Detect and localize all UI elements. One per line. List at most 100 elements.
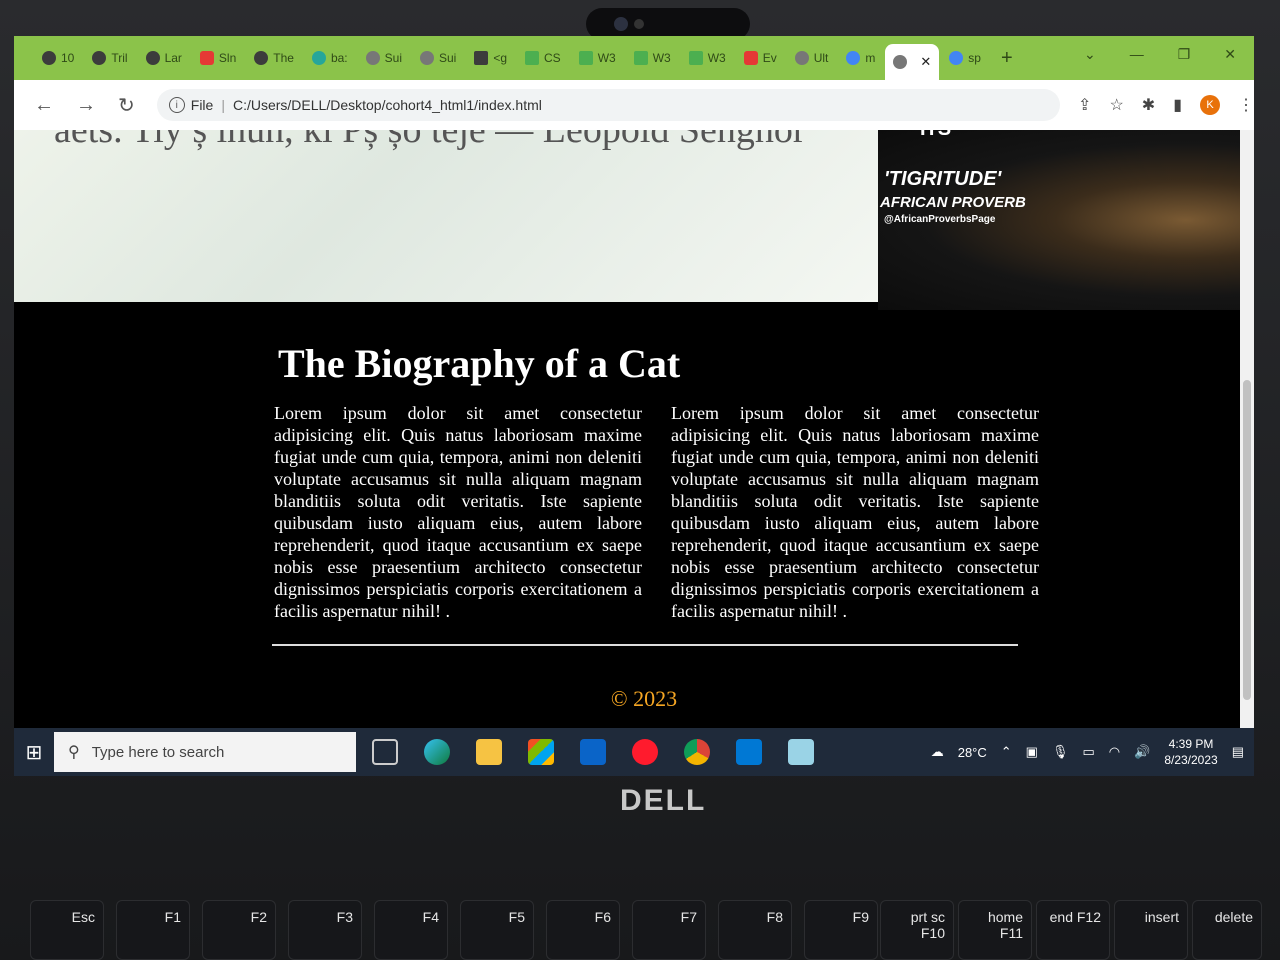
youtube-icon xyxy=(199,51,214,65)
browser-tab[interactable]: m xyxy=(838,43,883,73)
key-label: prt sc F10 xyxy=(910,909,945,941)
key-f4[interactable]: F4 xyxy=(374,900,448,960)
mail-icon[interactable] xyxy=(580,739,606,765)
taskbar-apps xyxy=(372,739,814,765)
browser-tab[interactable]: Sui xyxy=(412,43,464,73)
notifications-icon[interactable]: ▤ xyxy=(1232,744,1244,760)
key-label: F8 xyxy=(766,909,783,925)
key-label: F3 xyxy=(336,909,353,925)
tab-label: Sln xyxy=(218,51,237,65)
url-text[interactable]: C:/Users/DELL/Desktop/cohort4_html1/inde… xyxy=(233,97,542,113)
browser-tab[interactable]: ba: xyxy=(304,43,356,73)
task-view-icon[interactable] xyxy=(372,739,398,765)
weather-temp[interactable]: 28°C xyxy=(958,745,987,760)
key-f1[interactable]: F1 xyxy=(116,900,190,960)
bookmark-star-icon[interactable]: ☆ xyxy=(1109,95,1123,115)
address-bar[interactable]: i File | C:/Users/DELL/Desktop/cohort4_h… xyxy=(156,89,1061,121)
close-icon[interactable]: ✕ xyxy=(920,54,931,70)
key-label: F1 xyxy=(164,909,181,925)
browser-tab[interactable]: W3 xyxy=(626,43,679,73)
extensions-icon[interactable]: ✱ xyxy=(1142,95,1155,115)
wifi-icon[interactable]: ◠ xyxy=(1109,744,1120,760)
edge-icon[interactable] xyxy=(424,739,450,765)
close-window-icon[interactable]: ✕ xyxy=(1224,46,1236,63)
tiger-caption-line1: ITS xyxy=(920,130,951,141)
key-f12[interactable]: end F12 xyxy=(1036,900,1110,960)
key-f3[interactable]: F3 xyxy=(288,900,362,960)
page-scrollbar[interactable] xyxy=(1240,130,1254,728)
browser-tab[interactable]: CS xyxy=(517,43,569,73)
tab-label: m xyxy=(865,51,876,65)
web-page: aets. Tiy ș ihun, ki Pș șo teje — Leopol… xyxy=(14,130,1240,728)
battery-icon[interactable]: ▭ xyxy=(1082,744,1094,760)
browser-tab[interactable]: W3 xyxy=(571,43,624,73)
key-esc[interactable]: Esc xyxy=(30,900,104,960)
browser-tab[interactable]: Lar xyxy=(138,43,190,73)
browser-tab[interactable]: sp xyxy=(941,43,989,73)
dell-logo: DELL xyxy=(620,784,707,817)
profile-avatar[interactable]: K xyxy=(1200,95,1220,115)
opera-icon[interactable] xyxy=(632,739,658,765)
clock-date: 8/23/2023 xyxy=(1164,753,1218,767)
windows-start-icon[interactable]: ⊞ xyxy=(14,728,54,776)
tab-label: Sui xyxy=(438,51,457,65)
chevron-down-icon[interactable]: ⌄ xyxy=(1084,46,1096,63)
key-f2[interactable]: F2 xyxy=(202,900,276,960)
tab-label: The xyxy=(273,51,294,65)
store-icon[interactable] xyxy=(528,739,554,765)
meet-now-icon[interactable]: ▣ xyxy=(1026,744,1038,760)
browser-tab[interactable]: Ev xyxy=(736,43,785,73)
tiger-caption-line4: @AfricanProverbsPage xyxy=(884,214,996,225)
vscode-icon[interactable] xyxy=(736,739,762,765)
webcam-lens xyxy=(614,17,628,31)
scrollbar-thumb[interactable] xyxy=(1243,380,1251,700)
separator: | xyxy=(221,97,225,113)
file-explorer-icon[interactable] xyxy=(476,739,502,765)
key-f8[interactable]: F8 xyxy=(718,900,792,960)
browser-tab-strip: 10 Tril Lar Sln The ba: Sui Sui <g CS W3… xyxy=(14,36,1254,80)
tab-label: CS xyxy=(544,51,561,65)
webcam-sensor xyxy=(634,19,644,29)
browser-tab[interactable]: The xyxy=(246,43,302,73)
key-f6[interactable]: F6 xyxy=(546,900,620,960)
back-icon[interactable]: ← xyxy=(34,94,54,117)
google-icon xyxy=(846,51,861,65)
key-f7[interactable]: F7 xyxy=(632,900,706,960)
new-tab-icon[interactable]: + xyxy=(1001,47,1013,70)
browser-tab[interactable]: Ult xyxy=(787,43,837,73)
browser-tab[interactable]: Sln xyxy=(192,43,244,73)
tab-icon xyxy=(42,51,56,65)
key-label: home F11 xyxy=(987,909,1023,941)
key-f11[interactable]: home F11 xyxy=(958,900,1032,960)
forward-icon[interactable]: → xyxy=(76,94,96,117)
minimize-icon[interactable]: — xyxy=(1130,46,1144,63)
microphone-icon[interactable]: 🎙 xyxy=(1052,744,1069,760)
browser-tab[interactable]: W3 xyxy=(681,43,734,73)
browser-tab-active[interactable]: ✕ xyxy=(885,44,940,80)
clock[interactable]: 4:39 PM 8/23/2023 xyxy=(1164,736,1217,768)
notepad-icon[interactable] xyxy=(788,739,814,765)
reload-icon[interactable]: ↻ xyxy=(118,93,135,118)
restore-icon[interactable]: ❐ xyxy=(1178,46,1191,63)
tab-label: W3 xyxy=(652,51,671,65)
browser-tab[interactable]: <g xyxy=(466,43,515,73)
taskbar-search-box[interactable]: ⚲ Type here to search xyxy=(54,732,356,772)
share-icon[interactable]: ⇪ xyxy=(1078,95,1091,115)
volume-icon[interactable]: 🔊 xyxy=(1134,744,1150,760)
key-f10[interactable]: prt sc F10 xyxy=(880,900,954,960)
kebab-menu-icon[interactable]: ⋮ xyxy=(1238,95,1254,115)
browser-tab[interactable]: Sui xyxy=(358,43,410,73)
key-f5[interactable]: F5 xyxy=(460,900,534,960)
info-icon[interactable]: i xyxy=(168,97,185,113)
weather-icon[interactable]: ☁ xyxy=(931,744,944,760)
side-panel-icon[interactable]: ▮ xyxy=(1173,95,1182,115)
window-controls: ⌄ — ❐ ✕ xyxy=(1084,46,1236,63)
chevron-up-icon[interactable]: ⌃ xyxy=(1001,744,1012,760)
key-delete[interactable]: delete xyxy=(1192,900,1262,960)
chrome-icon[interactable] xyxy=(684,739,710,765)
browser-tab[interactable]: Tril xyxy=(84,43,135,73)
key-f9[interactable]: F9 xyxy=(804,900,878,960)
key-insert[interactable]: insert xyxy=(1114,900,1188,960)
globe-icon xyxy=(365,51,380,65)
browser-tab[interactable]: 10 xyxy=(34,43,82,73)
